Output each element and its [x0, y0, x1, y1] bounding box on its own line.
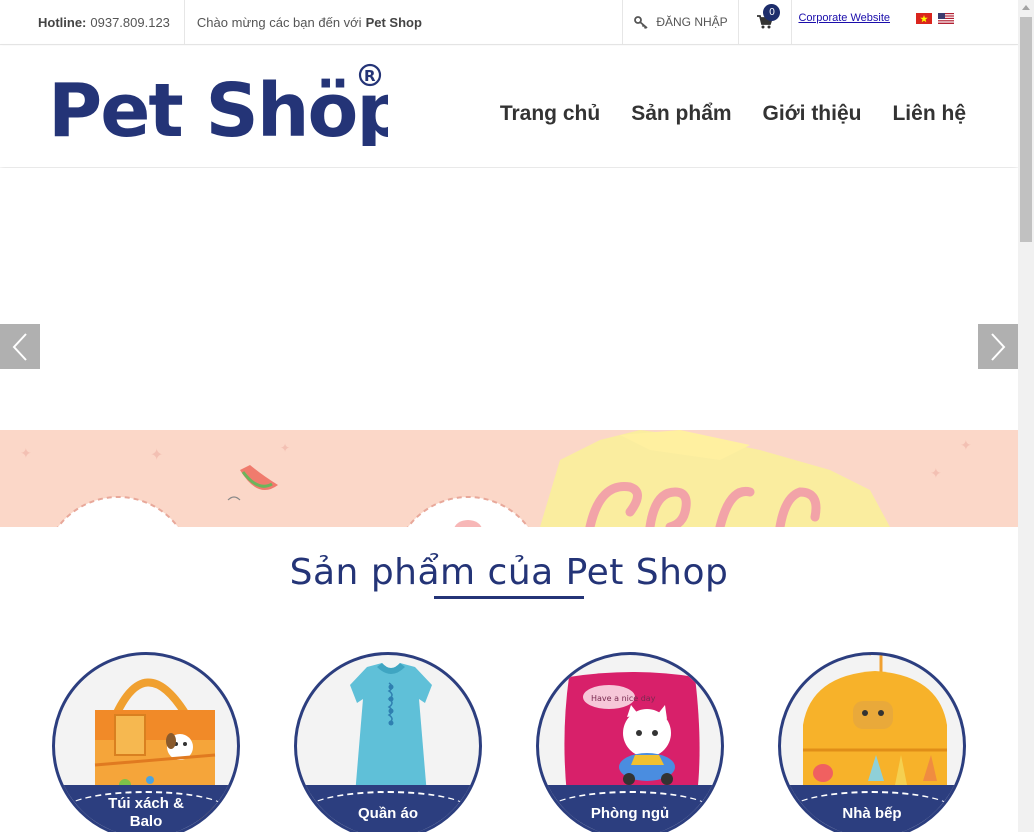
site-header: Pet Shöp R Trang chủ Sản phẩm Giới thiệu…	[0, 46, 1018, 167]
svg-text:Pet Shöp: Pet Shöp	[48, 68, 388, 146]
title-underline	[434, 596, 584, 599]
page-scrollbar[interactable]	[1018, 0, 1034, 832]
category-label: Túi xách & Balo	[108, 795, 184, 830]
svg-text:Have a nice day: Have a nice day	[591, 694, 656, 703]
hotline: Hotline: 0937.809.123	[0, 0, 185, 44]
svg-text:✦: ✦	[20, 445, 32, 461]
svg-text:✦: ✦	[150, 447, 163, 464]
nav-about[interactable]: Giới thiệu	[763, 102, 862, 126]
key-icon	[634, 15, 648, 29]
login-label: ĐĂNG NHẬP	[656, 15, 728, 29]
category-label: Quần áo	[357, 805, 418, 822]
products-section-title: Sản phẩm của Pet Shop	[289, 552, 729, 593]
usa-flag-icon[interactable]	[938, 13, 954, 24]
chevron-right-icon	[991, 332, 1006, 361]
hotline-number[interactable]: 0937.809.123	[90, 15, 170, 30]
category-label: Phòng ngủ	[590, 805, 670, 822]
vietnam-flag-icon[interactable]	[916, 13, 932, 24]
svg-text:R: R	[364, 67, 376, 85]
category-label: Nhà bếp	[842, 805, 902, 822]
cart-button[interactable]: 0	[739, 0, 793, 44]
scrollbar-thumb[interactable]	[1020, 17, 1032, 242]
category-bedroom[interactable]: Have a nice day Phòng ngủ	[536, 652, 724, 832]
language-switcher	[896, 0, 1018, 44]
nav-products[interactable]: Sản phẩm	[631, 102, 731, 126]
summer-promo-banner[interactable]: ✦ ✦ ✦ ✦ ✦	[0, 430, 1018, 527]
welcome-brand: Pet Shop	[365, 14, 422, 30]
corporate-website-link[interactable]: Corporate Website	[792, 0, 896, 44]
hotline-label: Hotline:	[38, 14, 87, 30]
promo-artwork: ✦ ✦ ✦ ✦ ✦	[20, 430, 972, 527]
nav-home[interactable]: Trang chủ	[500, 102, 600, 126]
main-navigation: Trang chủ Sản phẩm Giới thiệu Liên hệ	[500, 102, 966, 126]
slider-prev-button[interactable]	[0, 324, 40, 369]
page: Hotline: 0937.809.123 Chào mừng các bạn …	[0, 0, 1018, 832]
category-bags-backpacks[interactable]: Túi xách & Balo	[52, 652, 240, 832]
login-button[interactable]: ĐĂNG NHẬP	[622, 0, 740, 44]
cart-count-badge: 0	[763, 4, 781, 21]
category-kitchen[interactable]: Nhà bếp	[778, 652, 966, 832]
pet-shop-logo[interactable]: Pet Shöp R	[48, 56, 388, 146]
chevron-left-icon	[12, 332, 27, 361]
category-clothes[interactable]: Quần áo	[294, 652, 482, 832]
top-bar: Hotline: 0937.809.123 Chào mừng các bạn …	[0, 0, 1018, 45]
welcome-message: Chào mừng các bạn đến với Pet Shop	[185, 0, 434, 44]
slider-next-button[interactable]	[978, 324, 1018, 369]
hero-slider	[0, 168, 1018, 430]
svg-text:✦: ✦	[960, 437, 972, 453]
welcome-text: Chào mừng các bạn đến với	[196, 14, 362, 30]
nav-contact[interactable]: Liên hệ	[892, 102, 966, 126]
svg-text:✦: ✦	[930, 465, 942, 481]
scroll-up-arrow-icon[interactable]	[1022, 5, 1030, 10]
svg-text:✦: ✦	[280, 441, 290, 455]
